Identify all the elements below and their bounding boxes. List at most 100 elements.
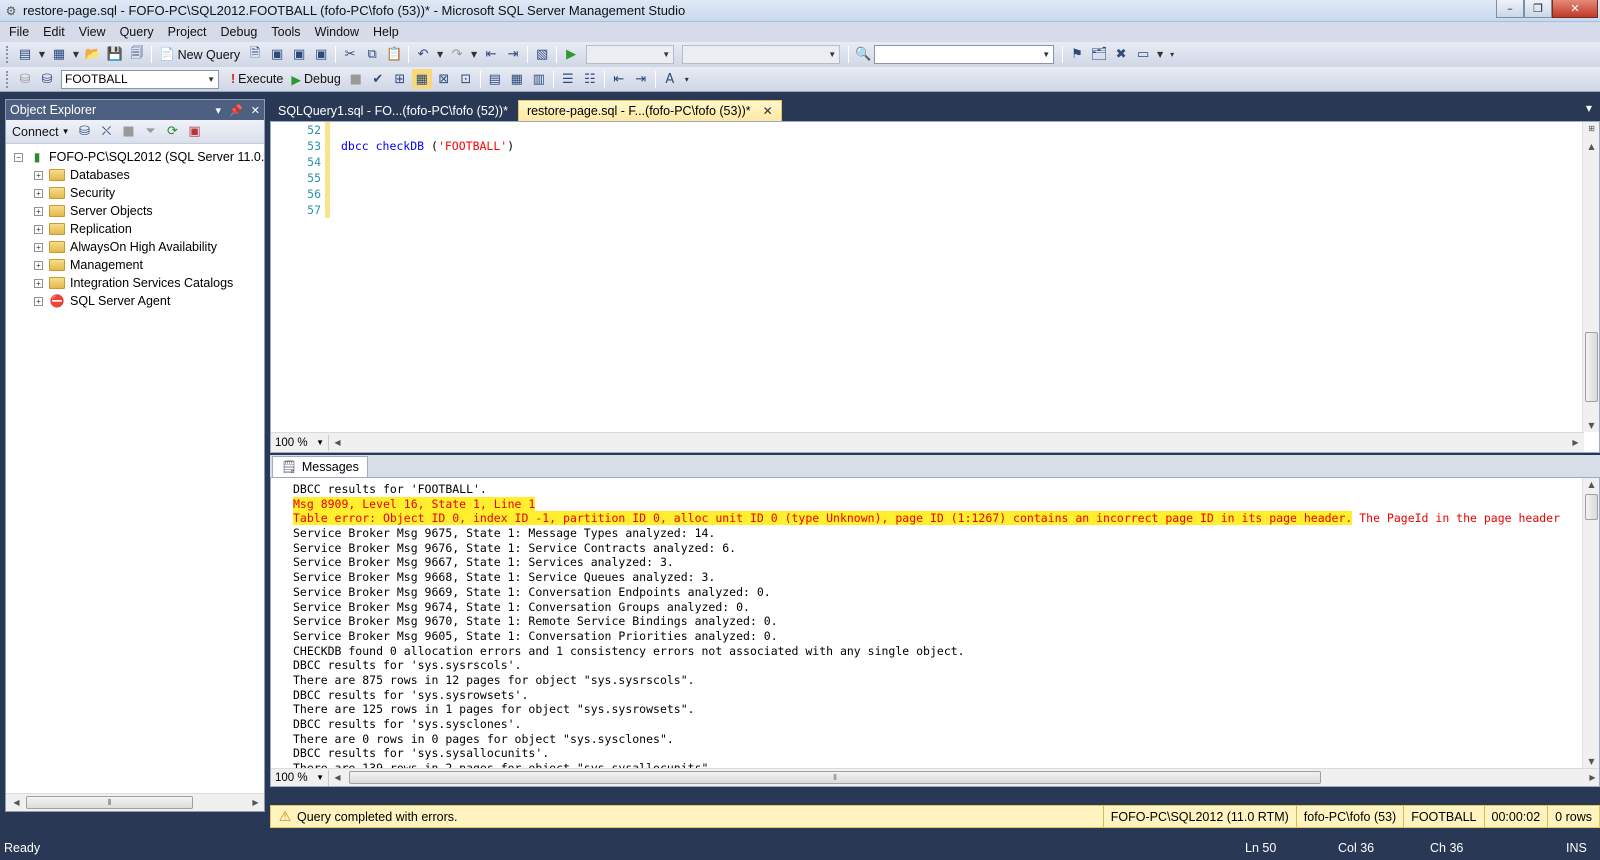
expand-icon[interactable]: + — [34, 278, 43, 288]
undo-icon[interactable]: ↶ — [413, 45, 433, 65]
available-databases-combo[interactable]: FOOTBALL ▼ — [61, 69, 219, 89]
start-powershell-icon[interactable]: ▣ — [184, 122, 204, 142]
object-explorer-icon[interactable]: 🗂 — [1089, 45, 1109, 65]
menu-query[interactable]: Query — [113, 22, 161, 42]
editor-vertical-scrollbar[interactable]: ⊞ ▲ ▼ — [1582, 122, 1599, 432]
tab-messages[interactable]: 🗒 Messages — [272, 456, 368, 477]
xmla-query-icon[interactable]: ▣ — [311, 45, 331, 65]
dropdown-arrow-icon[interactable]: ▼ — [469, 45, 479, 65]
messages-zoom-combo[interactable]: 100 % ▼ — [271, 769, 329, 786]
scroll-right-icon[interactable]: ▶ — [1567, 438, 1584, 447]
scroll-down-icon[interactable]: ▼ — [1583, 421, 1600, 430]
scrollbar-thumb[interactable]: ⦀ — [26, 796, 193, 809]
open-file-icon[interactable]: 📂 — [83, 45, 103, 65]
menu-window[interactable]: Window — [308, 22, 366, 42]
expand-icon[interactable]: + — [34, 206, 43, 216]
database-engine-query-icon[interactable]: 🗎 — [245, 45, 265, 65]
start-debugging-icon[interactable]: ▶ — [561, 45, 581, 65]
expand-icon[interactable]: + — [34, 260, 43, 270]
menu-help[interactable]: Help — [366, 22, 406, 42]
minimize-button[interactable]: – — [1496, 0, 1524, 18]
maximize-button[interactable]: ❐ — [1524, 0, 1552, 18]
solution-configuration-combo[interactable]: ▼ — [586, 45, 675, 64]
query-designer-icon[interactable]: ▦ — [411, 69, 432, 89]
tab-list-dropdown-icon[interactable]: ▼ — [1586, 104, 1592, 113]
new-project-icon[interactable]: ▤ — [15, 45, 35, 65]
split-icon[interactable]: ⊞ — [1583, 124, 1600, 133]
connect-button[interactable]: Connect ▼ — [10, 125, 73, 139]
disconnect-icon[interactable]: ⛌ — [96, 122, 116, 142]
stop-icon[interactable]: ■ — [118, 122, 138, 142]
navigate-forward-icon[interactable]: ⇥ — [503, 45, 523, 65]
cut-icon[interactable]: ✂ — [340, 45, 360, 65]
toolbox-icon[interactable]: ✖ — [1111, 45, 1131, 65]
tree-node-databases[interactable]: + Databases — [34, 166, 130, 184]
scroll-left-icon[interactable]: ◀ — [8, 798, 25, 807]
specify-template-values-icon[interactable]: A — [660, 69, 680, 89]
registered-servers-icon[interactable]: ⚑ — [1067, 45, 1087, 65]
activity-monitor-icon[interactable]: ▧ — [532, 45, 552, 65]
code-line[interactable]: dbcc checkDB ('FOOTBALL') — [341, 138, 514, 154]
collapse-icon[interactable]: − — [14, 152, 23, 162]
display-estimated-plan-icon[interactable]: ⊞ — [390, 69, 410, 89]
debug-button[interactable]: ▶ Debug — [287, 72, 344, 87]
expand-icon[interactable]: + — [34, 170, 43, 180]
dropdown-arrow-icon[interactable]: ▼ — [1155, 45, 1165, 65]
pin-icon[interactable]: 📌 — [229, 104, 243, 117]
dropdown-arrow-icon[interactable]: ▼ — [435, 45, 445, 65]
dropdown-arrow-icon[interactable]: ▼ — [71, 45, 81, 65]
scroll-up-icon[interactable]: ▲ — [1583, 480, 1599, 489]
close-window-button[interactable]: ✕ — [1552, 0, 1598, 18]
menu-view[interactable]: View — [72, 22, 113, 42]
menu-tools[interactable]: Tools — [264, 22, 307, 42]
find-combo[interactable]: ▼ — [874, 45, 1055, 64]
scroll-left-icon[interactable]: ◀ — [329, 773, 346, 782]
results-to-file-icon[interactable]: ▥ — [529, 69, 549, 89]
add-item-icon[interactable]: ▦ — [49, 45, 69, 65]
messages-vertical-scrollbar[interactable]: ▲ ▼ — [1582, 478, 1599, 768]
analysis-dmx-query-icon[interactable]: ▣ — [289, 45, 309, 65]
uncomment-lines-icon[interactable]: ☷ — [580, 69, 600, 89]
filter-icon[interactable]: ⏷ — [140, 122, 160, 142]
connect-object-explorer-icon[interactable]: ⛁ — [74, 122, 94, 142]
save-all-icon[interactable]: 🗐 — [127, 45, 147, 65]
expand-icon[interactable]: + — [34, 224, 43, 234]
find-in-files-icon[interactable]: 🔍 — [853, 45, 873, 65]
scrollbar-thumb[interactable]: ⦀ — [349, 771, 1321, 784]
close-panel-icon[interactable]: ✕ — [251, 104, 260, 117]
connect-icon[interactable]: ⛁ — [15, 69, 35, 89]
messages-pane[interactable]: DBCC results for 'FOOTBALL'. Msg 8909, Le… — [270, 477, 1600, 787]
toolbar-grip[interactable] — [6, 70, 10, 88]
editor-zoom-combo[interactable]: 100 % ▼ — [271, 434, 329, 451]
expand-icon[interactable]: + — [34, 242, 43, 252]
tree-node-server[interactable]: − ▮ FOFO-PC\SQL2012 (SQL Server 11.0.210… — [14, 148, 264, 166]
close-tab-icon[interactable]: ✕ — [763, 104, 773, 118]
tree-node-management[interactable]: + Management — [34, 256, 143, 274]
tree-node-security[interactable]: + Security — [34, 184, 115, 202]
scrollbar-thumb[interactable] — [1585, 332, 1598, 402]
include-actual-plan-icon[interactable]: ⊡ — [456, 69, 476, 89]
tab-restore-page[interactable]: restore-page.sql - F...(fofo-PC\fofo (53… — [517, 100, 782, 121]
tree-node-sql-server-agent[interactable]: + ⛔ SQL Server Agent — [34, 292, 170, 310]
expand-icon[interactable]: + — [34, 188, 43, 198]
increase-indent-icon[interactable]: ⇥ — [631, 69, 651, 89]
analyze-query-icon[interactable]: ⊠ — [434, 69, 454, 89]
toolbar-grip[interactable] — [6, 46, 10, 63]
scroll-down-icon[interactable]: ▼ — [1583, 757, 1599, 766]
scrollbar-thumb[interactable] — [1585, 494, 1598, 520]
analysis-mdx-query-icon[interactable]: ▣ — [267, 45, 287, 65]
properties-window-icon[interactable]: ▭ — [1133, 45, 1153, 65]
refresh-icon[interactable]: ⟳ — [162, 122, 182, 142]
tree-node-replication[interactable]: + Replication — [34, 220, 132, 238]
comment-lines-icon[interactable]: ☰ — [558, 69, 578, 89]
tab-sqlquery1[interactable]: SQLQuery1.sql - FO...(fofo-PC\fofo (52))… — [270, 100, 516, 121]
paste-icon[interactable]: 📋 — [384, 45, 404, 65]
scroll-right-icon[interactable]: ▶ — [1584, 773, 1599, 782]
panel-menu-icon[interactable]: ▾ — [216, 104, 222, 117]
scroll-up-icon[interactable]: ▲ — [1583, 142, 1600, 151]
tree-node-server-objects[interactable]: + Server Objects — [34, 202, 153, 220]
menu-project[interactable]: Project — [161, 22, 214, 42]
tree-node-alwayson[interactable]: + AlwaysOn High Availability — [34, 238, 217, 256]
save-icon[interactable]: 💾 — [105, 45, 125, 65]
results-to-grid-icon[interactable]: ▦ — [507, 69, 527, 89]
